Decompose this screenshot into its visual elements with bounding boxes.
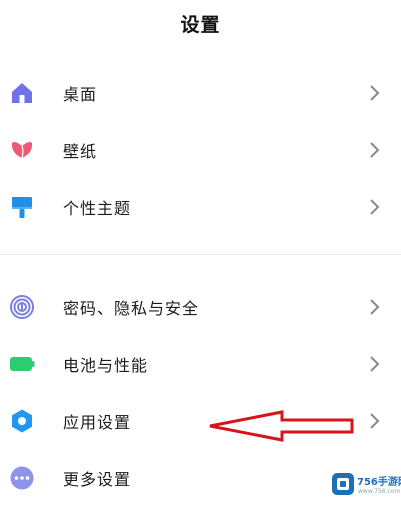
settings-item-wallpaper[interactable]: 壁纸: [0, 124, 401, 176]
chevron-right-icon: [370, 299, 380, 315]
settings-item-password-privacy-security[interactable]: 密码、隐私与安全: [0, 281, 401, 333]
settings-item-label: 应用设置: [63, 413, 132, 432]
fingerprint-icon: [10, 295, 34, 319]
chevron-right-icon: [370, 85, 380, 101]
red-arrow-icon: [209, 410, 354, 442]
watermark-logo-icon: [332, 473, 354, 495]
chevron-right-icon: [370, 199, 380, 215]
chevron-right-icon: [370, 142, 380, 158]
more-dots-icon: [10, 466, 34, 490]
paintbrush-icon: [12, 197, 32, 218]
watermark-brand: 756手游网: [357, 477, 401, 488]
gear-icon: [12, 409, 32, 433]
home-icon: [12, 83, 32, 103]
chevron-right-icon: [370, 356, 380, 372]
settings-item-label: 密码、隐私与安全: [63, 299, 200, 318]
settings-item-label: 电池与性能: [63, 356, 149, 375]
settings-item-desktop[interactable]: 桌面: [0, 67, 401, 119]
watermark-url: www.756.com: [358, 488, 401, 495]
battery-icon: [10, 357, 35, 371]
chevron-right-icon: [370, 413, 380, 429]
page-title: 设置: [180, 14, 221, 36]
settings-item-battery-performance[interactable]: 电池与性能: [0, 338, 401, 390]
settings-item-label: 桌面: [63, 85, 98, 104]
tulip-icon: [11, 142, 33, 159]
watermark: 756手游网 www.756.com: [331, 468, 401, 504]
settings-item-themes[interactable]: 个性主题: [0, 181, 401, 233]
settings-item-label: 更多设置: [63, 470, 132, 489]
section-divider: [0, 254, 401, 255]
settings-item-label: 个性主题: [63, 199, 132, 218]
settings-item-label: 壁纸: [63, 142, 98, 161]
